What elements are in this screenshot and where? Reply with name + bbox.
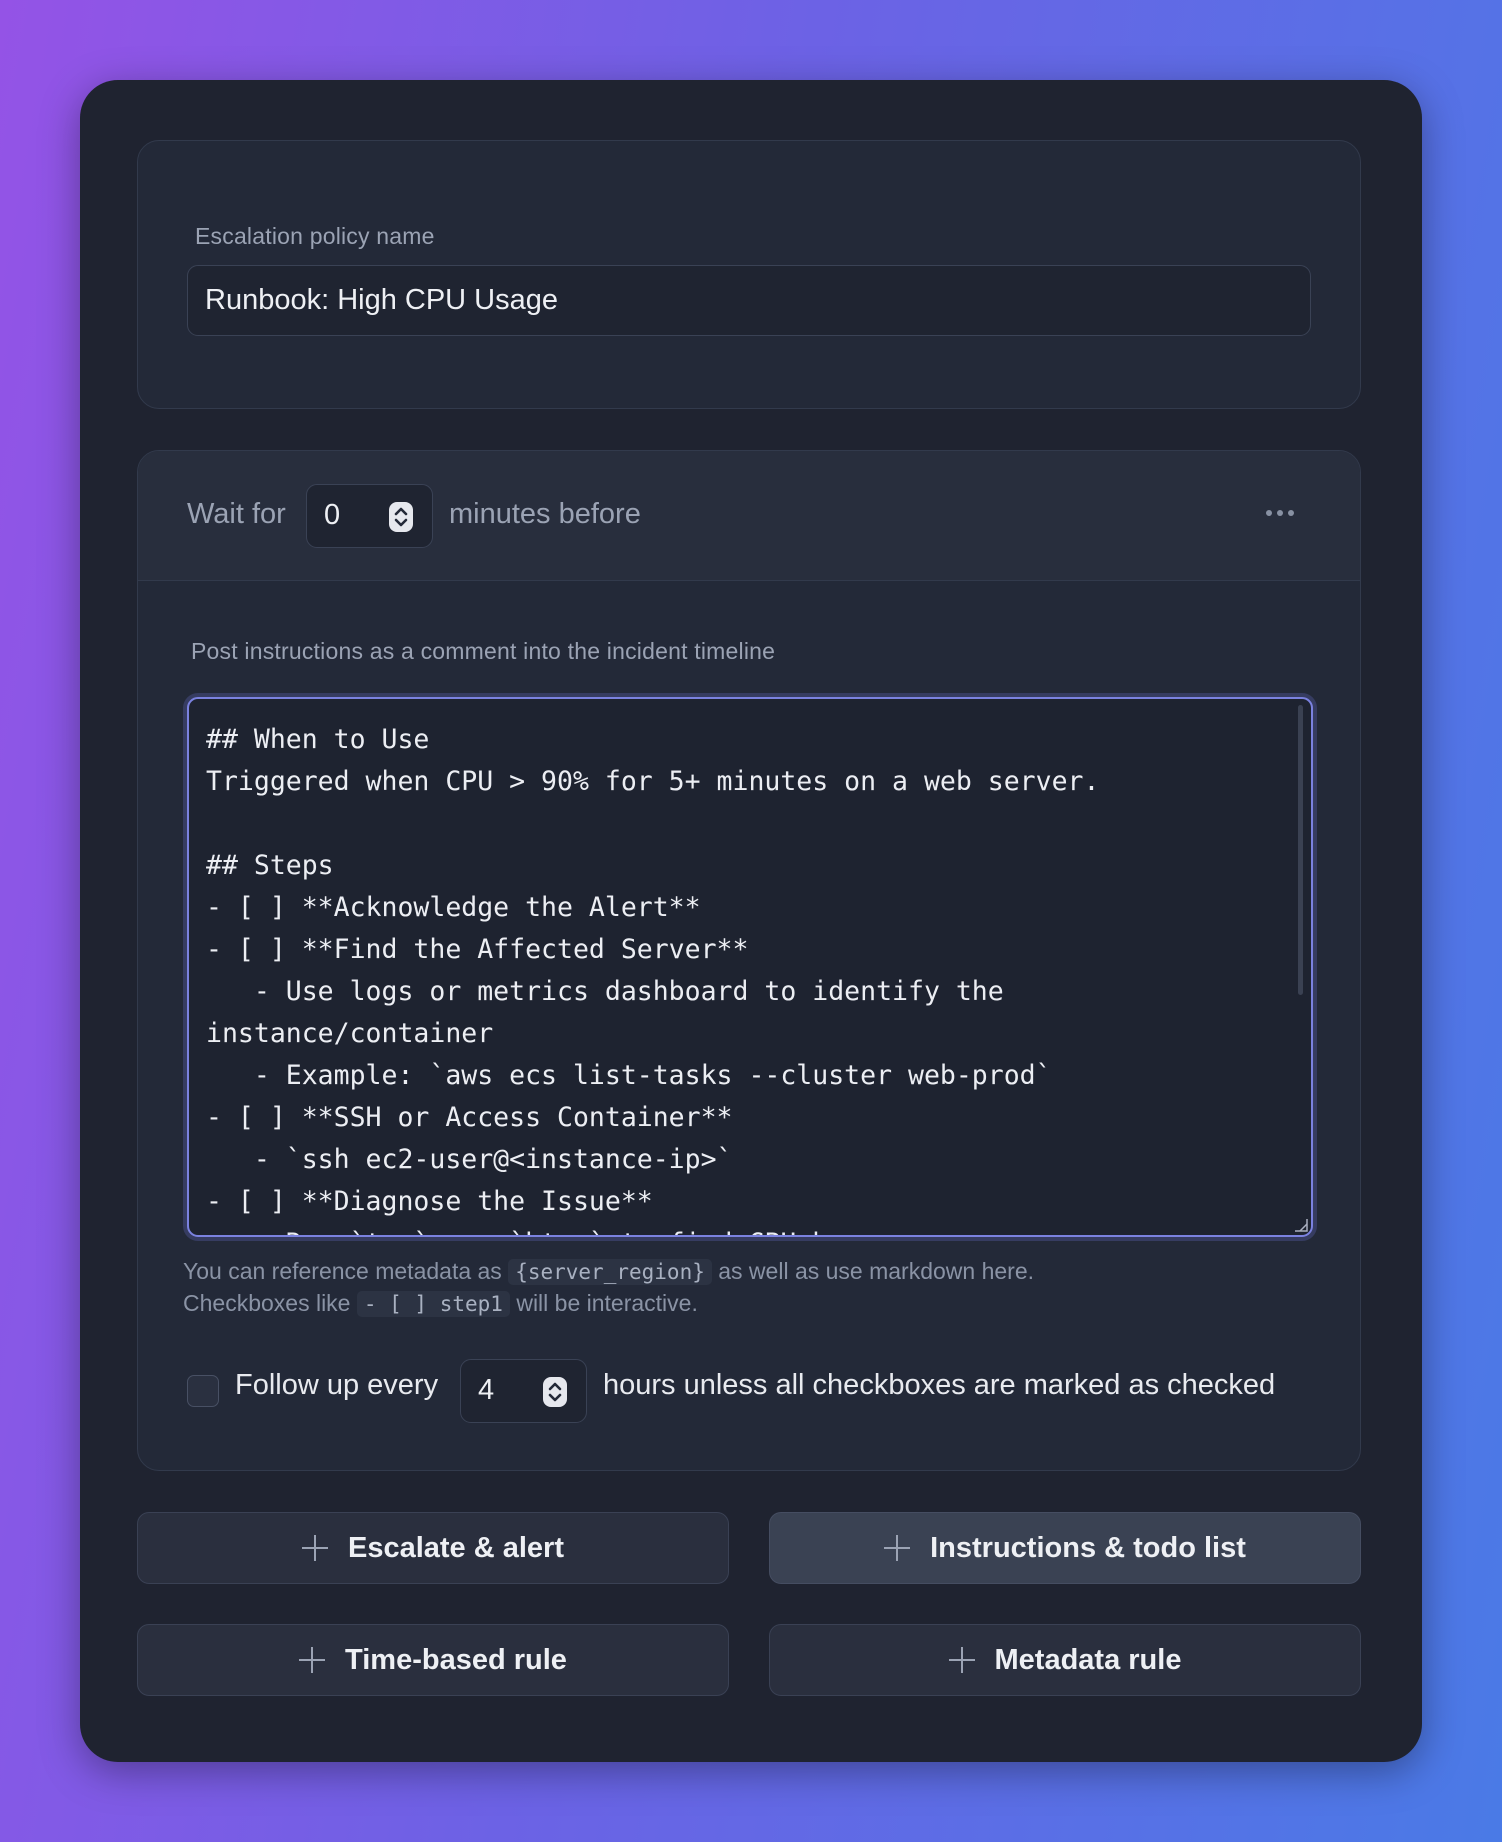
instructions-step-card: Wait for 0 minutes before Post instructi… <box>137 450 1361 1471</box>
plus-icon <box>299 1647 326 1673</box>
wait-minutes-value: 0 <box>324 499 341 531</box>
wait-suffix-label: minutes before <box>449 498 641 530</box>
add-instructions-label: Instructions & todo list <box>930 1531 1246 1564</box>
escalation-policy-editor: Escalation policy name Runbook: High CPU… <box>80 80 1422 1762</box>
follow-up-hours-value: 4 <box>478 1374 495 1406</box>
plus-icon <box>948 1647 975 1673</box>
policy-name-label: Escalation policy name <box>195 223 435 249</box>
helper-text: You can reference metadata as <box>183 1258 502 1284</box>
follow-up-suffix-label: hours unless all checkboxes are marked a… <box>603 1369 1276 1401</box>
plus-icon <box>301 1535 328 1561</box>
policy-name-input[interactable]: Runbook: High CPU Usage <box>187 265 1311 336</box>
instructions-text: ## When to Use Triggered when CPU > 90% … <box>206 724 1100 1235</box>
metadata-example-code: {server_region} <box>508 1259 712 1285</box>
step-header: Wait for 0 minutes before <box>138 451 1360 581</box>
spinner-icon[interactable] <box>389 502 413 532</box>
helper-text: Checkboxes like <box>183 1290 351 1316</box>
resize-handle-icon[interactable] <box>1294 1218 1308 1232</box>
add-metadata-rule-button[interactable]: Metadata rule <box>769 1624 1361 1696</box>
add-instructions-button[interactable]: Instructions & todo list <box>769 1512 1361 1584</box>
policy-name-card: Escalation policy name Runbook: High CPU… <box>137 140 1361 409</box>
helper-text: as well as use markdown here. <box>718 1258 1035 1284</box>
instructions-textarea[interactable]: ## When to Use Triggered when CPU > 90% … <box>187 697 1313 1237</box>
checkbox-example-code: - [ ] step1 <box>356 1291 510 1317</box>
add-time-rule-label: Time-based rule <box>345 1643 567 1676</box>
instructions-label: Post instructions as a comment into the … <box>191 638 776 664</box>
add-escalate-alert-button[interactable]: Escalate & alert <box>137 1512 729 1584</box>
follow-up-prefix-label: Follow up every <box>235 1369 439 1401</box>
plus-icon <box>884 1535 911 1561</box>
instructions-helper-text: You can reference metadata as {server_re… <box>183 1256 1034 1320</box>
textarea-scrollbar[interactable] <box>1298 705 1303 995</box>
spinner-icon[interactable] <box>543 1377 567 1407</box>
add-time-rule-button[interactable]: Time-based rule <box>137 1624 729 1696</box>
wait-prefix-label: Wait for <box>187 498 286 530</box>
more-options-icon[interactable] <box>1266 503 1306 517</box>
helper-text: will be interactive. <box>516 1290 698 1316</box>
add-escalate-alert-label: Escalate & alert <box>347 1531 564 1564</box>
follow-up-checkbox[interactable] <box>187 1375 219 1407</box>
wait-minutes-stepper[interactable]: 0 <box>306 484 433 548</box>
follow-up-hours-stepper[interactable]: 4 <box>460 1359 587 1423</box>
add-metadata-rule-label: Metadata rule <box>994 1643 1182 1676</box>
